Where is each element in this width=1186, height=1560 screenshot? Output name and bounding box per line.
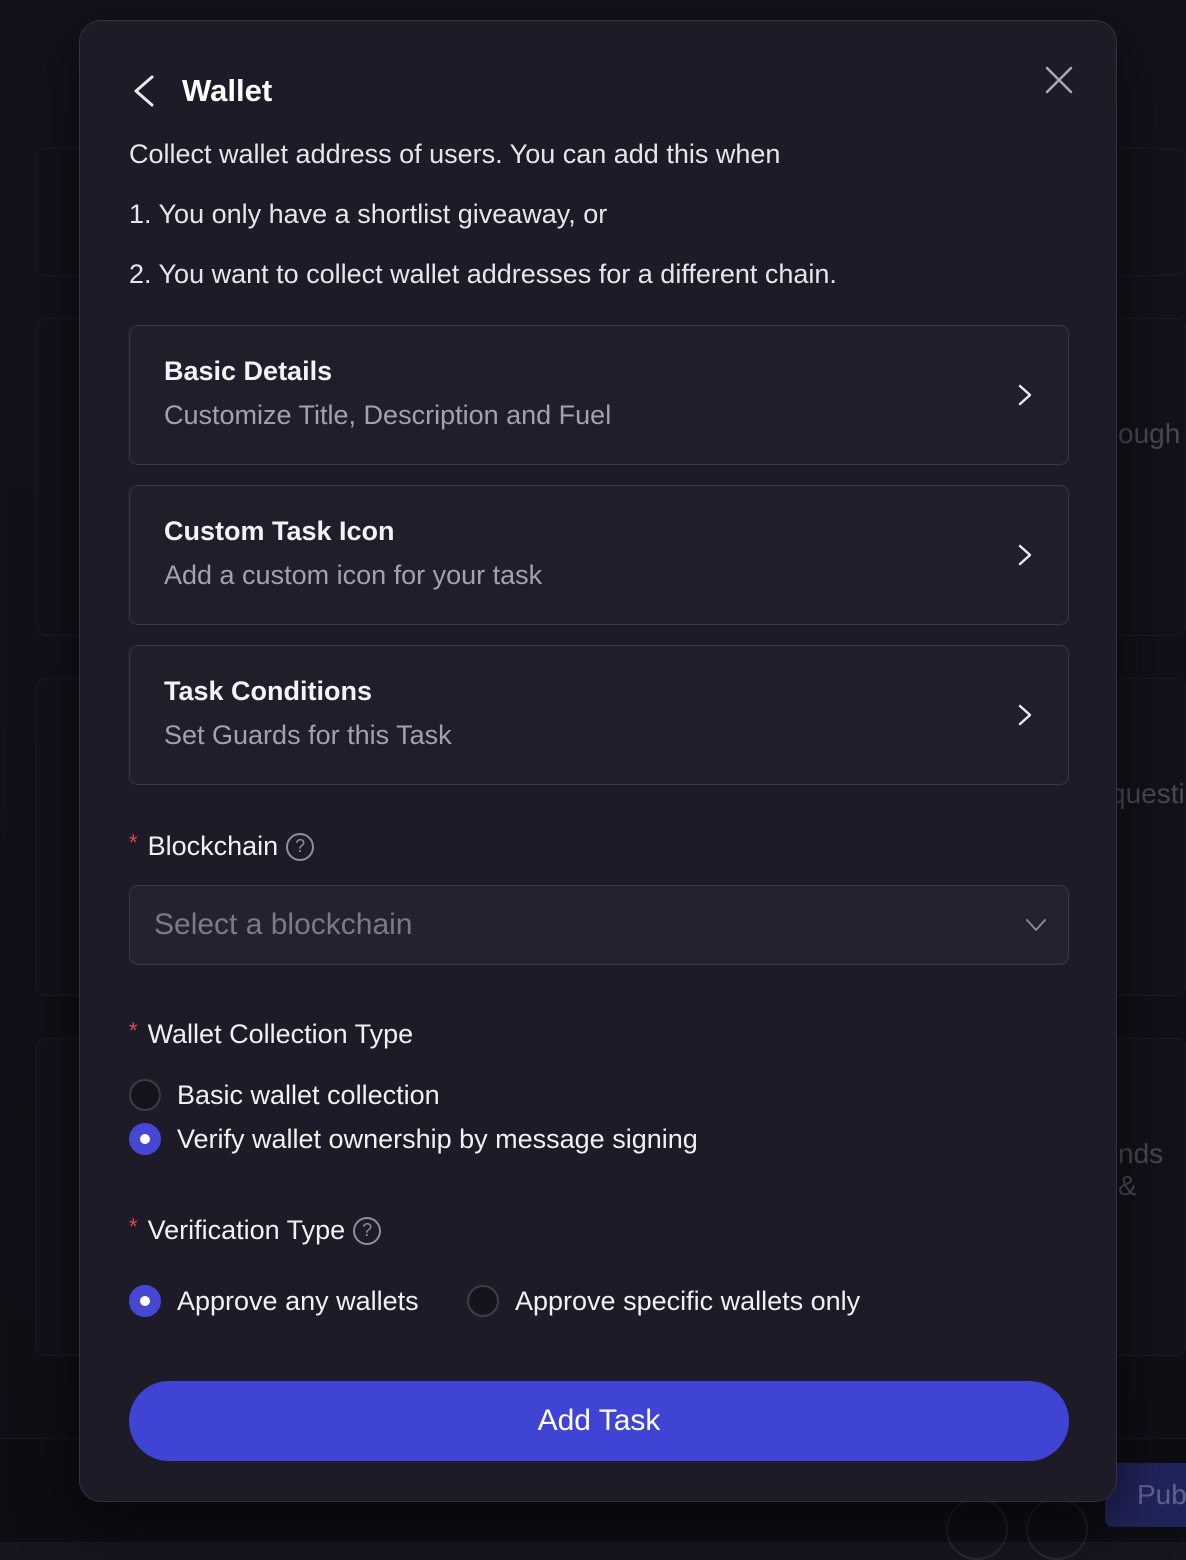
radio-label[interactable]: Approve any wallets: [177, 1286, 419, 1317]
blockchain-select[interactable]: Select a blockchain: [129, 885, 1069, 965]
field-label-text: Blockchain: [148, 831, 279, 862]
radio-basic-wallet-collection[interactable]: Basic wallet collection: [129, 1079, 440, 1111]
radio-button[interactable]: [467, 1285, 499, 1317]
radio-button[interactable]: [129, 1079, 161, 1111]
required-marker: *: [129, 830, 138, 856]
required-marker: *: [129, 1018, 138, 1044]
radio-button-selected[interactable]: [129, 1123, 161, 1155]
wallet-task-modal: Wallet Collect wallet address of users. …: [79, 20, 1117, 1502]
blockchain-label: * Blockchain ?: [129, 831, 314, 862]
modal-title: Wallet: [182, 73, 272, 109]
card-title: Task Conditions: [164, 676, 372, 707]
field-label-text: Wallet Collection Type: [148, 1019, 414, 1050]
description-line: 2. You want to collect wallet addresses …: [129, 259, 837, 290]
close-icon[interactable]: [1042, 63, 1076, 97]
radio-button-selected[interactable]: [129, 1285, 161, 1317]
radio-verify-wallet-ownership[interactable]: Verify wallet ownership by message signi…: [129, 1123, 698, 1155]
basic-details-card[interactable]: Basic Details Customize Title, Descripti…: [129, 325, 1069, 465]
description-line: 1. You only have a shortlist giveaway, o…: [129, 199, 607, 230]
field-label-text: Verification Type: [148, 1215, 346, 1246]
radio-approve-any-wallets[interactable]: Approve any wallets: [129, 1285, 419, 1317]
custom-task-icon-card[interactable]: Custom Task Icon Add a custom icon for y…: [129, 485, 1069, 625]
help-icon[interactable]: ?: [286, 833, 314, 861]
chevron-right-icon: [1014, 540, 1036, 570]
chevron-down-icon: [1024, 916, 1048, 934]
radio-label[interactable]: Approve specific wallets only: [515, 1286, 860, 1317]
required-marker: *: [129, 1214, 138, 1240]
select-placeholder: Select a blockchain: [154, 908, 413, 942]
card-subtitle: Set Guards for this Task: [164, 720, 452, 751]
wallet-collection-type-label: * Wallet Collection Type: [129, 1019, 413, 1050]
card-subtitle: Customize Title, Description and Fuel: [164, 400, 611, 431]
help-icon[interactable]: ?: [353, 1217, 381, 1245]
card-title: Basic Details: [164, 356, 332, 387]
chevron-right-icon: [1014, 700, 1036, 730]
card-subtitle: Add a custom icon for your task: [164, 560, 542, 591]
task-conditions-card[interactable]: Task Conditions Set Guards for this Task: [129, 645, 1069, 785]
verification-type-label: * Verification Type ?: [129, 1215, 381, 1246]
radio-label[interactable]: Verify wallet ownership by message signi…: [177, 1124, 698, 1155]
description-line: Collect wallet address of users. You can…: [129, 139, 780, 170]
add-task-button[interactable]: Add Task: [129, 1381, 1069, 1461]
modal-header: Wallet: [130, 73, 272, 109]
back-arrow-icon[interactable]: [130, 73, 160, 109]
chevron-right-icon: [1014, 380, 1036, 410]
radio-approve-specific-wallets[interactable]: Approve specific wallets only: [467, 1285, 860, 1317]
radio-label[interactable]: Basic wallet collection: [177, 1080, 440, 1111]
card-title: Custom Task Icon: [164, 516, 395, 547]
